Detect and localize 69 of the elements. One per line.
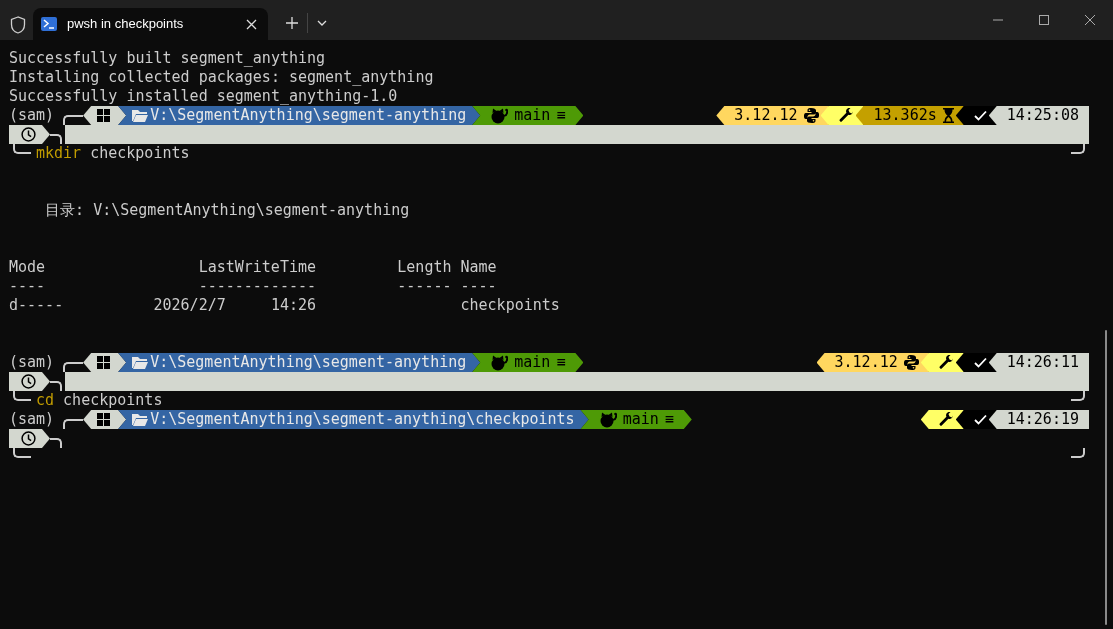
path-text: V:\SegmentAnything\segment-anything <box>150 353 467 372</box>
env-name: (sam) <box>9 353 56 372</box>
env-name: (sam) <box>9 106 56 125</box>
close-icon <box>245 18 257 30</box>
windows-icon <box>97 356 111 369</box>
windows-icon <box>97 109 111 122</box>
maximize-icon <box>1039 15 1049 25</box>
output-line: Successfully installed segment_anything-1.0 <box>9 87 398 106</box>
python-text: 3.12.12 <box>834 353 898 372</box>
table-cell: checkpoints <box>460 296 560 314</box>
check-icon <box>973 414 987 425</box>
branch-status: ≡ <box>556 353 566 372</box>
terminal-tab[interactable]: pwsh in checkpoints <box>33 8 268 40</box>
header-rule: ------------- <box>198 277 317 295</box>
column-header: Mode <box>9 258 46 276</box>
windows-icon <box>97 413 111 426</box>
command-name: mkdir <box>36 144 82 163</box>
shield-icon <box>10 16 26 34</box>
wrench-icon <box>838 108 854 123</box>
branch-status: ≡ <box>664 410 674 429</box>
output-line: Installing collected packages: segment_anything <box>9 68 434 87</box>
path-text: V:\SegmentAnything\segment-anything\checkpoints <box>150 410 575 429</box>
header-rule: ---- <box>9 277 46 295</box>
check-icon <box>973 357 987 368</box>
close-icon <box>1085 15 1095 25</box>
command-argument: checkpoints <box>90 144 190 163</box>
time-text: 14:25:08 <box>1006 106 1079 125</box>
prompt-connector <box>1071 391 1085 401</box>
powershell-icon <box>41 17 57 31</box>
cat-icon <box>490 107 509 124</box>
plus-icon <box>286 17 298 29</box>
table-cell: 2026/2/7 14:26 <box>153 296 317 314</box>
time-text: 14:26:11 <box>1006 353 1079 372</box>
cat-icon <box>490 354 509 371</box>
check-icon <box>973 110 987 121</box>
prompt-connector <box>1071 144 1085 154</box>
branch-name: main <box>514 106 551 125</box>
chevron-down-icon <box>317 20 327 26</box>
clock-icon <box>21 127 36 142</box>
prompt-connector <box>1071 448 1085 458</box>
env-name: (sam) <box>9 410 56 429</box>
time-text: 14:26:19 <box>1006 410 1079 429</box>
branch-name: main <box>622 410 659 429</box>
output-line: 目录: V:\SegmentAnything\segment-anything <box>44 201 410 220</box>
wrench-icon <box>938 412 954 427</box>
folder-icon <box>132 109 149 122</box>
folder-icon <box>132 413 149 426</box>
tab-title: pwsh in checkpoints <box>67 15 185 34</box>
column-header: Name <box>460 258 497 276</box>
wrench-icon <box>938 355 954 370</box>
header-rule: ---- <box>460 277 497 295</box>
minimize-icon <box>993 19 1003 21</box>
command-name: cd <box>36 391 55 410</box>
branch-name: main <box>514 353 551 372</box>
branch-status: ≡ <box>556 106 566 125</box>
header-rule: ------ <box>397 277 452 295</box>
column-header: Length <box>397 258 452 276</box>
scrollbar-thumb[interactable] <box>1105 330 1107 625</box>
duration-text: 13.362s <box>873 106 937 125</box>
folder-icon <box>132 356 149 369</box>
column-header: LastWriteTime <box>198 258 317 276</box>
output-line: Successfully built segment_anything <box>9 49 326 68</box>
cat-icon <box>598 411 617 428</box>
clock-icon <box>21 374 36 389</box>
command-argument: checkpoints <box>63 391 163 410</box>
python-text: 3.12.12 <box>734 106 798 125</box>
clock-icon <box>21 431 36 446</box>
table-cell: d----- <box>9 296 64 314</box>
path-text: V:\SegmentAnything\segment-anything <box>150 106 467 125</box>
